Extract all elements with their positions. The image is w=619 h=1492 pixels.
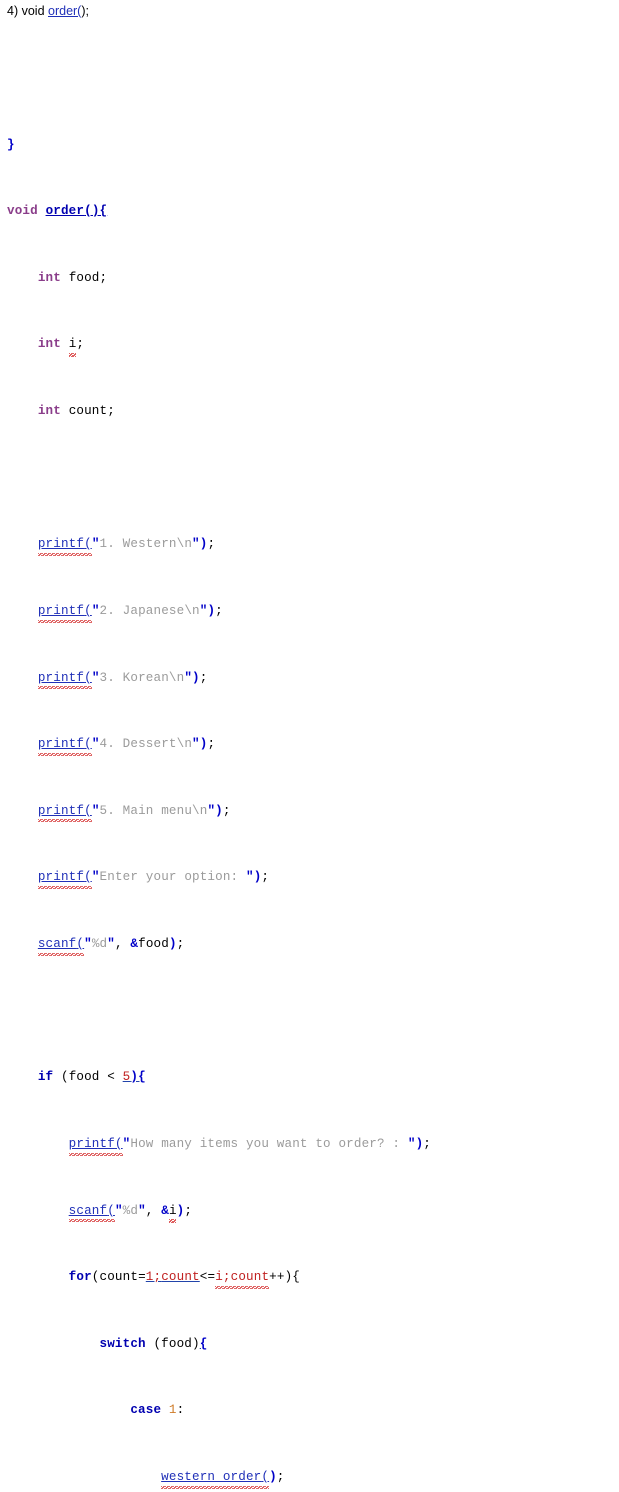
kw-int: int: [37, 337, 61, 352]
code-line-for: for(count=1;count<=i;count++){: [68, 1270, 301, 1289]
string-prompt-items: How many items you want to order? :: [130, 1136, 408, 1151]
var-count: count: [68, 404, 108, 419]
code-line-spacer: [7, 70, 619, 87]
string-menu-2: 2. Japanese\n: [99, 603, 200, 618]
code-line-printf-5: printf("5. Main menu\n");: [37, 803, 231, 823]
code-line-int-i: int i;: [37, 337, 85, 357]
fn-printf[interactable]: printf(: [37, 736, 92, 756]
kw-void: void: [7, 204, 38, 219]
fn-printf[interactable]: printf(: [37, 803, 92, 823]
var-food: food: [161, 1336, 193, 1351]
string-menu-4: 4. Dessert\n: [99, 737, 193, 752]
code-line-printf-4: printf("4. Dessert\n");: [37, 736, 216, 756]
fn-western-order[interactable]: western_order(: [161, 1469, 270, 1489]
var-i: i: [68, 337, 77, 357]
var-count: count: [161, 1270, 200, 1285]
fn-scanf[interactable]: scanf(: [68, 1203, 116, 1222]
document-page: 4) void order(); } void order(){ int foo…: [0, 0, 619, 1489]
brace-close: }: [7, 137, 15, 152]
prose-prefix: 4) void: [7, 4, 48, 18]
fn-printf[interactable]: printf(: [68, 1136, 123, 1156]
code-line-printf-1: printf("1. Western\n");: [37, 536, 216, 556]
code-line-int-food: int food;: [37, 270, 108, 285]
prose-suffix: );: [81, 4, 89, 18]
fn-printf[interactable]: printf(: [37, 536, 92, 556]
code-line-switch: switch (food){: [99, 1336, 208, 1351]
code-line-blank-2: [7, 1003, 619, 1020]
var-food: food: [68, 1070, 100, 1085]
fn-printf[interactable]: printf(: [37, 603, 92, 623]
code-line-printf-items: printf("How many items you want to order…: [68, 1136, 431, 1156]
var-count: count: [99, 1270, 139, 1285]
kw-switch: switch: [99, 1336, 146, 1351]
for-cond-tail: i;count: [215, 1270, 270, 1289]
literal-five: 5: [122, 1070, 131, 1085]
code-line-call-western: western_order();: [161, 1469, 285, 1489]
kw-case: case: [130, 1403, 162, 1418]
string-menu-5: 5. Main menu\n: [99, 803, 208, 818]
code-line-scanf-i: scanf("%d", &i);: [68, 1203, 193, 1223]
literal-one: 1: [145, 1270, 154, 1285]
fmt-d: %d: [122, 1203, 139, 1218]
case-number: 1: [168, 1403, 177, 1418]
prose-link-order[interactable]: order(: [48, 4, 81, 18]
fn-order-decl[interactable]: order(){: [46, 204, 108, 218]
kw-if: if: [37, 1070, 54, 1085]
code-block: } void order(){ int food; int i; int cou…: [0, 20, 619, 1492]
var-food: food: [138, 937, 169, 952]
fn-scanf[interactable]: scanf(: [37, 936, 85, 956]
prose-line: 4) void order();: [0, 0, 619, 20]
code-line-close-prev: }: [7, 137, 619, 154]
kw-int: int: [37, 270, 61, 285]
code-line-printf-2: printf("2. Japanese\n");: [37, 603, 223, 623]
kw-int: int: [37, 404, 61, 419]
code-line-void-order: void order(){: [7, 203, 619, 220]
string-menu-3: 3. Korean\n: [99, 670, 185, 685]
string-prompt-option: Enter your option:: [99, 870, 246, 885]
code-line-blank-1: [7, 470, 619, 487]
code-line-case-1: case 1:: [130, 1403, 185, 1418]
fn-printf[interactable]: printf(: [37, 869, 92, 889]
code-line-printf-option: printf("Enter your option: ");: [37, 869, 270, 889]
var-food: food: [68, 270, 100, 285]
code-line-scanf-food: scanf("%d", &food);: [37, 936, 185, 956]
fn-printf[interactable]: printf(: [37, 670, 92, 689]
code-line-if-food: if (food < 5){: [37, 1070, 146, 1085]
code-line-int-count: int count;: [37, 404, 115, 419]
fmt-d: %d: [91, 937, 108, 952]
kw-for: for: [68, 1270, 92, 1285]
code-line-printf-3: printf("3. Korean\n");: [37, 670, 208, 689]
var-i: i: [168, 1203, 177, 1223]
string-menu-1: 1. Western\n: [99, 537, 193, 552]
